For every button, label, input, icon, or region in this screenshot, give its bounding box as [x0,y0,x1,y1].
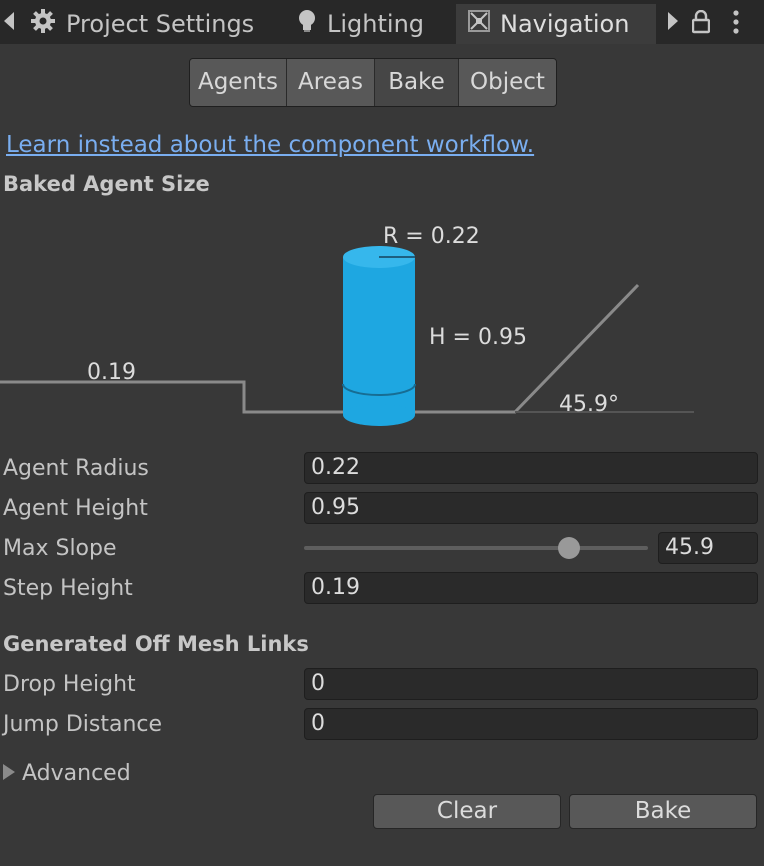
agent-height-label: Agent Height [3,496,148,521]
tab-project-settings[interactable]: Project Settings [30,4,254,44]
lock-icon[interactable] [691,9,711,38]
height-label: H = 0.95 [429,325,527,350]
off-mesh-links-heading: Generated Off Mesh Links [3,632,309,656]
max-slope-field[interactable]: 45.9 [658,532,758,564]
toolbar-bake-button[interactable]: Bake [375,59,459,106]
drop-height-label: Drop Height [3,672,136,697]
lightbulb-icon [297,8,317,40]
jump-distance-field[interactable]: 0 [304,708,758,740]
advanced-foldout-label[interactable]: Advanced [22,761,131,786]
more-options-icon[interactable] [732,10,740,38]
slope-angle-label: 45.9° [559,392,619,417]
clear-button[interactable]: Clear [373,794,561,829]
tab-label: Lighting [327,10,425,38]
advanced-foldout-icon[interactable] [3,764,15,780]
max-slope-slider-track[interactable] [304,546,648,550]
agent-radius-field[interactable]: 0.22 [304,452,758,484]
step-height-label: Step Height [3,576,133,601]
radius-label: R = 0.22 [383,224,480,249]
scroll-tabs-right-icon[interactable] [668,12,678,30]
navigation-mode-toolbar: Agents Areas Bake Object [189,58,557,107]
tab-label: Navigation [500,10,630,38]
agent-size-diagram: R = 0.22 H = 0.95 0.19 45.9° [0,224,694,426]
max-slope-slider-thumb[interactable] [557,537,580,559]
baked-agent-size-heading: Baked Agent Size [3,172,210,196]
bake-button[interactable]: Bake [569,794,757,829]
toolbar-areas-button[interactable]: Areas [287,59,375,106]
toolbar-object-button[interactable]: Object [459,59,556,106]
gear-icon [30,8,56,40]
step-height-field[interactable]: 0.19 [304,572,758,604]
toolbar-agents-button[interactable]: Agents [190,59,287,106]
terrain-outline [0,283,640,414]
jump-distance-label: Jump Distance [3,712,163,737]
agent-height-field[interactable]: 0.95 [304,492,758,524]
tab-navigation[interactable]: Navigation [456,4,656,44]
max-slope-label: Max Slope [3,536,117,561]
tab-lighting[interactable]: Lighting [297,4,424,44]
tab-label: Project Settings [66,10,255,38]
navigation-icon [468,10,490,38]
agent-cylinder-bottom [343,404,415,426]
agent-radius-label: Agent Radius [3,456,149,481]
drop-height-field[interactable]: 0 [304,668,758,700]
scroll-tabs-left-icon[interactable] [4,12,14,30]
component-workflow-link[interactable]: Learn instead about the component workfl… [6,132,534,158]
editor-tab-strip: Project Settings Lighting Navigation [0,0,764,44]
step-height-label: 0.19 [87,360,136,385]
